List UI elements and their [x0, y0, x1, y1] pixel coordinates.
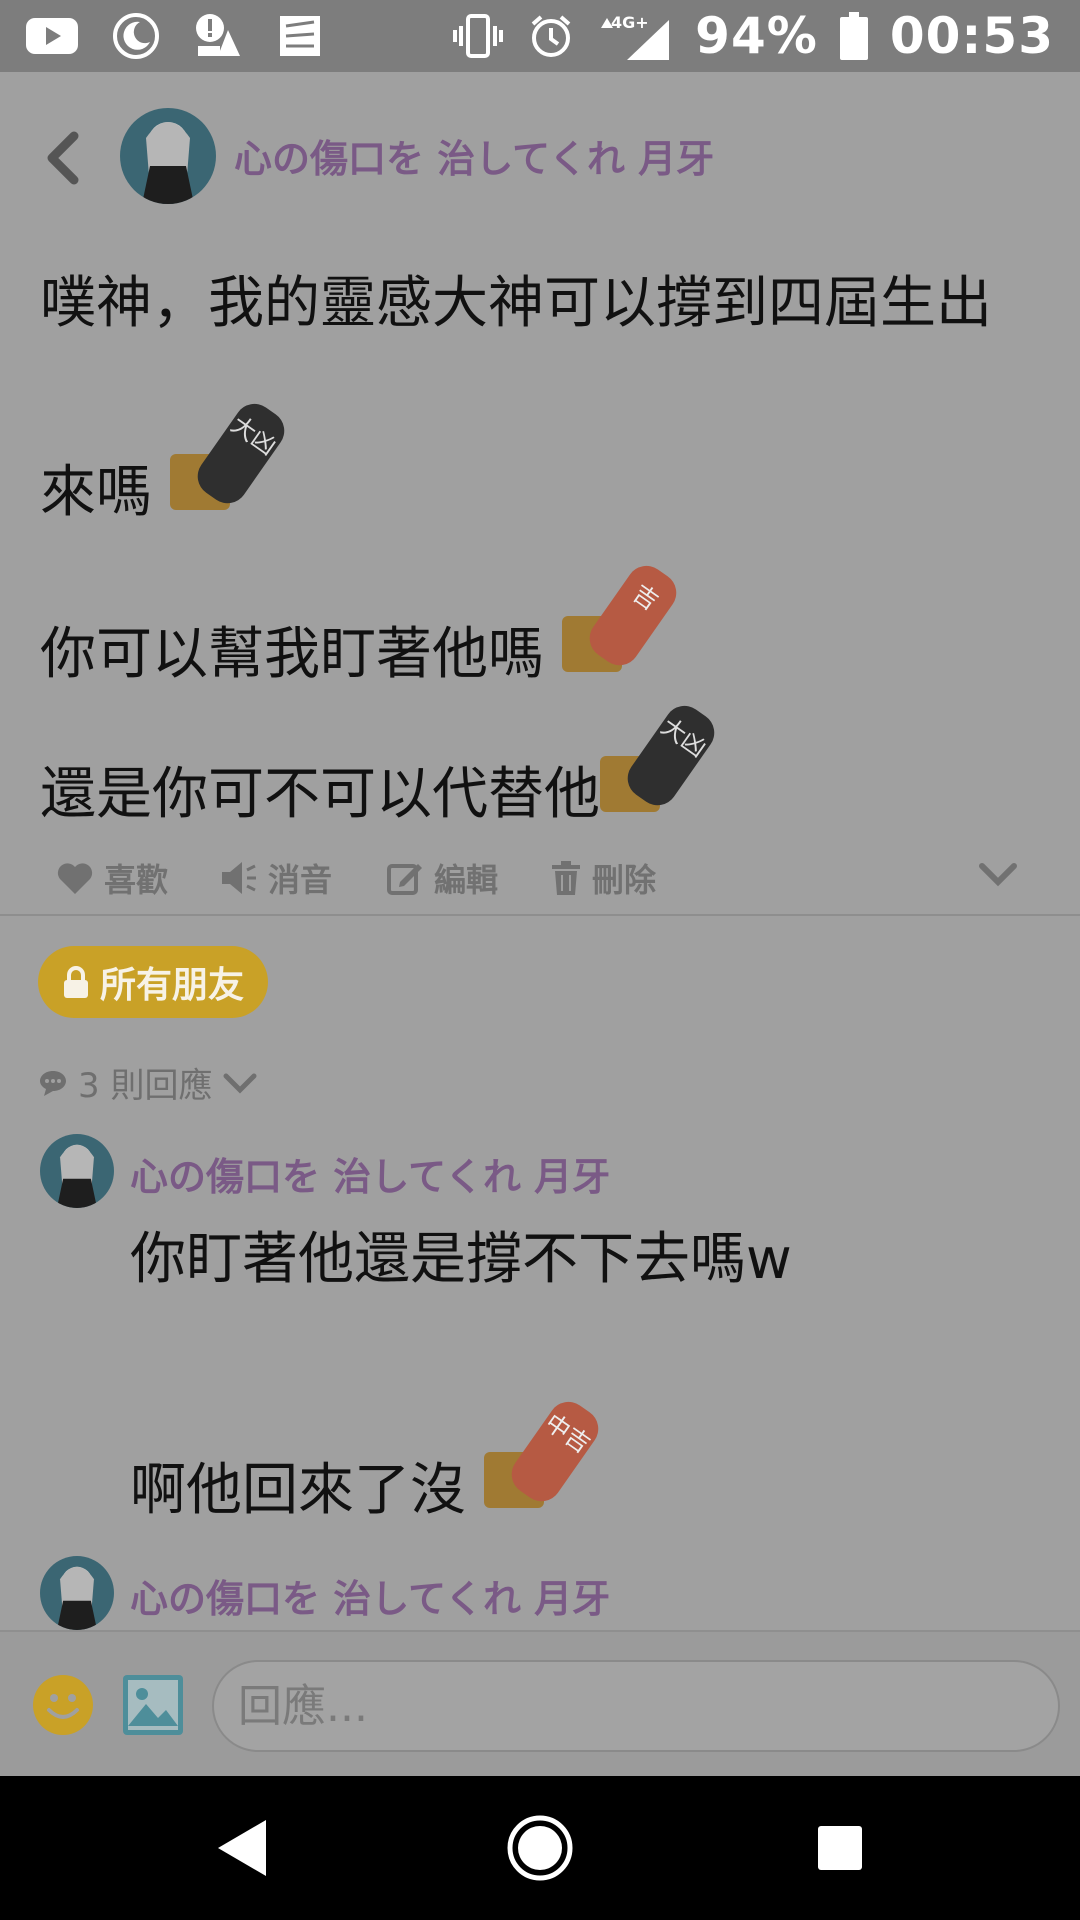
moon-icon	[112, 12, 160, 60]
nav-back-button[interactable]	[206, 1812, 278, 1884]
chevron-down-icon	[223, 1073, 257, 1094]
like-label: 喜歡	[104, 861, 169, 899]
chevron-down-icon	[979, 863, 1017, 887]
post-line-text: 還是你可不可以代替他	[40, 762, 600, 827]
plurk-post-screen: 4G+ 94% 00:53 心の傷口を 治してくれ 月牙 噗神，我的靈感大神可以…	[0, 0, 1080, 1920]
home-circle-icon	[507, 1815, 573, 1881]
avatar[interactable]	[120, 108, 216, 204]
battery-percent: 94%	[695, 7, 818, 65]
reply-count-toggle[interactable]: 3 則回應	[38, 1058, 258, 1107]
post-line: 噗神，我的靈感大神可以撐到四屆生出	[40, 271, 992, 336]
post-line-with-sticker: 你可以幫我盯著他嗎 吉	[40, 560, 678, 690]
status-bar: 4G+ 94% 00:53	[0, 0, 1080, 72]
triangle-back-icon	[218, 1820, 266, 1876]
divider	[0, 914, 1080, 916]
image-icon	[123, 1675, 183, 1735]
delete-label: 刪除	[592, 861, 657, 899]
alarm-icon	[527, 12, 575, 60]
comment-text: 啊他回來了沒	[130, 1458, 466, 1523]
edit-label: 編輯	[434, 861, 499, 899]
mute-label: 消音	[268, 861, 333, 899]
battery-icon	[839, 12, 868, 60]
back-button[interactable]	[38, 128, 88, 188]
comment-icon	[40, 1070, 66, 1096]
edit-icon	[387, 864, 422, 895]
post-header: 心の傷口を 治してくれ 月牙	[0, 100, 1080, 210]
alert-icon	[194, 12, 242, 60]
avatar[interactable]	[40, 1556, 114, 1630]
trash-icon	[552, 861, 580, 895]
post-line-with-sticker: 來嗎 大凶	[40, 398, 286, 528]
square-recents-icon	[818, 1826, 862, 1870]
privacy-label: 所有朋友	[99, 965, 244, 1006]
privacy-badge[interactable]: 所有朋友	[38, 946, 268, 1018]
svg-text:4G+: 4G+	[611, 13, 649, 32]
sticker-image: 大凶	[169, 398, 286, 528]
sticker-image: 大凶	[600, 700, 716, 830]
comment-line-with-sticker: 啊他回來了沒 中吉	[130, 1396, 600, 1526]
post-line-text: 你可以幫我盯著他嗎	[40, 622, 544, 687]
like-button[interactable]: 喜歡	[56, 855, 168, 901]
speaker-mute-icon	[222, 862, 256, 894]
reply-count-label: 3 則回應	[78, 1066, 213, 1106]
clock: 00:53	[889, 7, 1054, 65]
reply-input-bar	[0, 1630, 1080, 1776]
vibrate-icon	[451, 12, 505, 60]
android-nav-bar	[0, 1776, 1080, 1920]
smiley-icon	[33, 1675, 93, 1735]
sticker-image: 中吉	[483, 1396, 600, 1526]
comment-author[interactable]: 心の傷口を 治してくれ 月牙	[130, 1568, 610, 1623]
image-upload-button[interactable]	[122, 1674, 184, 1736]
post-action-bar: 喜歡 消音 編輯 刪除	[0, 845, 1080, 915]
comment-text: 你盯著他還是撐不下去嗎w	[130, 1227, 792, 1292]
edit-button[interactable]: 編輯	[386, 855, 498, 901]
comment-author[interactable]: 心の傷口を 治してくれ 月牙	[130, 1146, 610, 1201]
emoji-button[interactable]	[32, 1674, 94, 1736]
youtube-icon	[26, 18, 78, 54]
reply-input[interactable]	[212, 1660, 1060, 1752]
heart-icon	[57, 863, 93, 894]
more-options-button[interactable]	[978, 861, 1018, 887]
avatar[interactable]	[40, 1134, 114, 1208]
lock-icon	[63, 966, 88, 998]
post-line-text: 來嗎	[40, 460, 152, 525]
nav-recents-button[interactable]	[804, 1812, 876, 1884]
post-line-with-sticker: 還是你可不可以代替他 大凶	[40, 700, 716, 830]
author-name[interactable]: 心の傷口を 治してくれ 月牙	[234, 128, 714, 183]
nav-home-button[interactable]	[504, 1812, 576, 1884]
signal-icon: 4G+	[597, 10, 673, 62]
sticker-image: 吉	[561, 560, 678, 690]
delete-button[interactable]: 刪除	[550, 855, 656, 901]
mute-button[interactable]: 消音	[220, 855, 332, 901]
gallery-icon	[276, 12, 324, 60]
